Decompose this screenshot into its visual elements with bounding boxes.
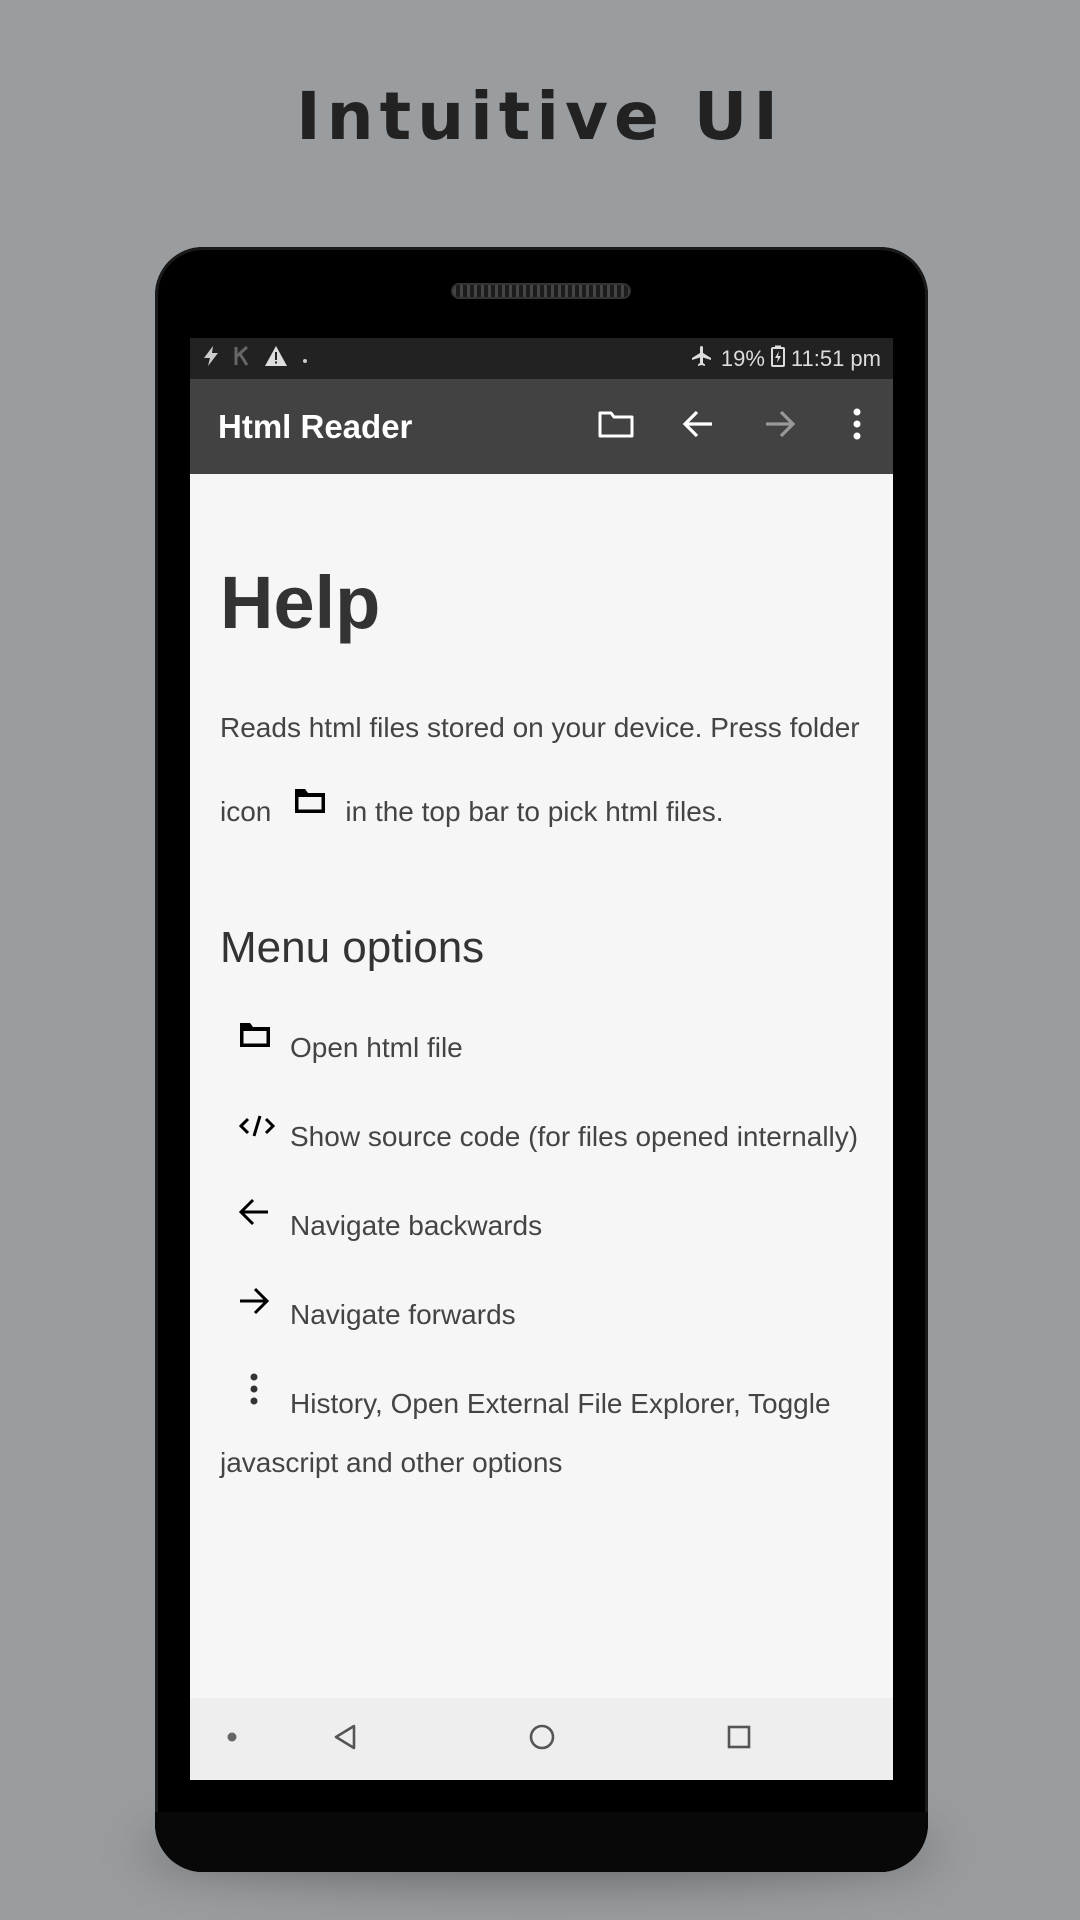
app-title: Html Reader — [218, 407, 413, 445]
nav-recents-button[interactable] — [704, 1698, 774, 1780]
more-vert-icon — [238, 1366, 286, 1425]
more-vert-icon — [852, 408, 862, 445]
triangle-back-icon — [332, 1723, 358, 1756]
open-folder-button[interactable] — [575, 379, 657, 474]
dot-icon — [226, 1730, 238, 1748]
phone-screen: 19% 11:51 pm Html Reader Help Reads html… — [190, 338, 893, 1780]
navigate-forward-button[interactable] — [739, 379, 821, 474]
option-label: Show source code (for files opened inter… — [290, 1120, 859, 1152]
option-label: History, Open External File Explorer, To… — [220, 1387, 831, 1478]
app-toolbar: Html Reader — [190, 379, 893, 474]
help-content: Help Reads html files stored on your dev… — [190, 566, 893, 1492]
system-nav-bar — [190, 1698, 893, 1780]
help-intro: Reads html files stored on your device. … — [220, 686, 863, 856]
list-item: Show source code (for files opened inter… — [220, 1107, 863, 1166]
circle-home-icon — [528, 1723, 556, 1756]
airplane-icon — [689, 344, 715, 374]
flash-icon — [202, 345, 220, 373]
list-item: Navigate backwards — [220, 1196, 863, 1255]
intro-text-part2: in the top bar to pick html files. — [345, 796, 724, 827]
phone-speaker — [451, 283, 631, 299]
arrow-forward-icon — [238, 1277, 286, 1336]
arrow-back-icon — [238, 1188, 286, 1247]
status-bar: 19% 11:51 pm — [190, 338, 893, 379]
option-label: Open html file — [290, 1031, 463, 1063]
list-item: History, Open External File Explorer, To… — [220, 1373, 863, 1492]
navigate-back-button[interactable] — [657, 379, 739, 474]
nav-dot-button[interactable] — [220, 1698, 244, 1780]
folder-icon — [293, 764, 327, 848]
option-label: Navigate backwards — [290, 1209, 543, 1241]
warning-icon — [264, 345, 288, 373]
list-item: Navigate forwards — [220, 1285, 863, 1344]
folder-icon — [597, 409, 635, 444]
option-label: Navigate forwards — [290, 1298, 516, 1330]
code-icon — [238, 1099, 286, 1158]
page-title: Help — [220, 561, 381, 644]
nav-home-button[interactable] — [507, 1698, 577, 1780]
k-app-icon — [234, 345, 250, 372]
more-options-button[interactable] — [821, 379, 893, 474]
menu-options-list: Open html file Show source code (for fil… — [220, 1018, 863, 1492]
arrow-forward-icon — [764, 409, 796, 444]
menu-options-heading: Menu options — [220, 922, 485, 972]
square-recents-icon — [726, 1724, 752, 1755]
notification-dot-icon — [302, 347, 308, 370]
arrow-back-icon — [682, 409, 714, 444]
battery-percent: 19% — [720, 345, 765, 371]
folder-icon — [238, 1010, 286, 1069]
phone-chin — [155, 1812, 928, 1872]
battery-charging-icon — [770, 345, 785, 373]
list-item: Open html file — [220, 1018, 863, 1077]
promo-headline: Intuitive UI — [296, 78, 784, 155]
clock-time: 11:51 pm — [790, 345, 881, 371]
nav-back-button[interactable] — [310, 1698, 380, 1780]
